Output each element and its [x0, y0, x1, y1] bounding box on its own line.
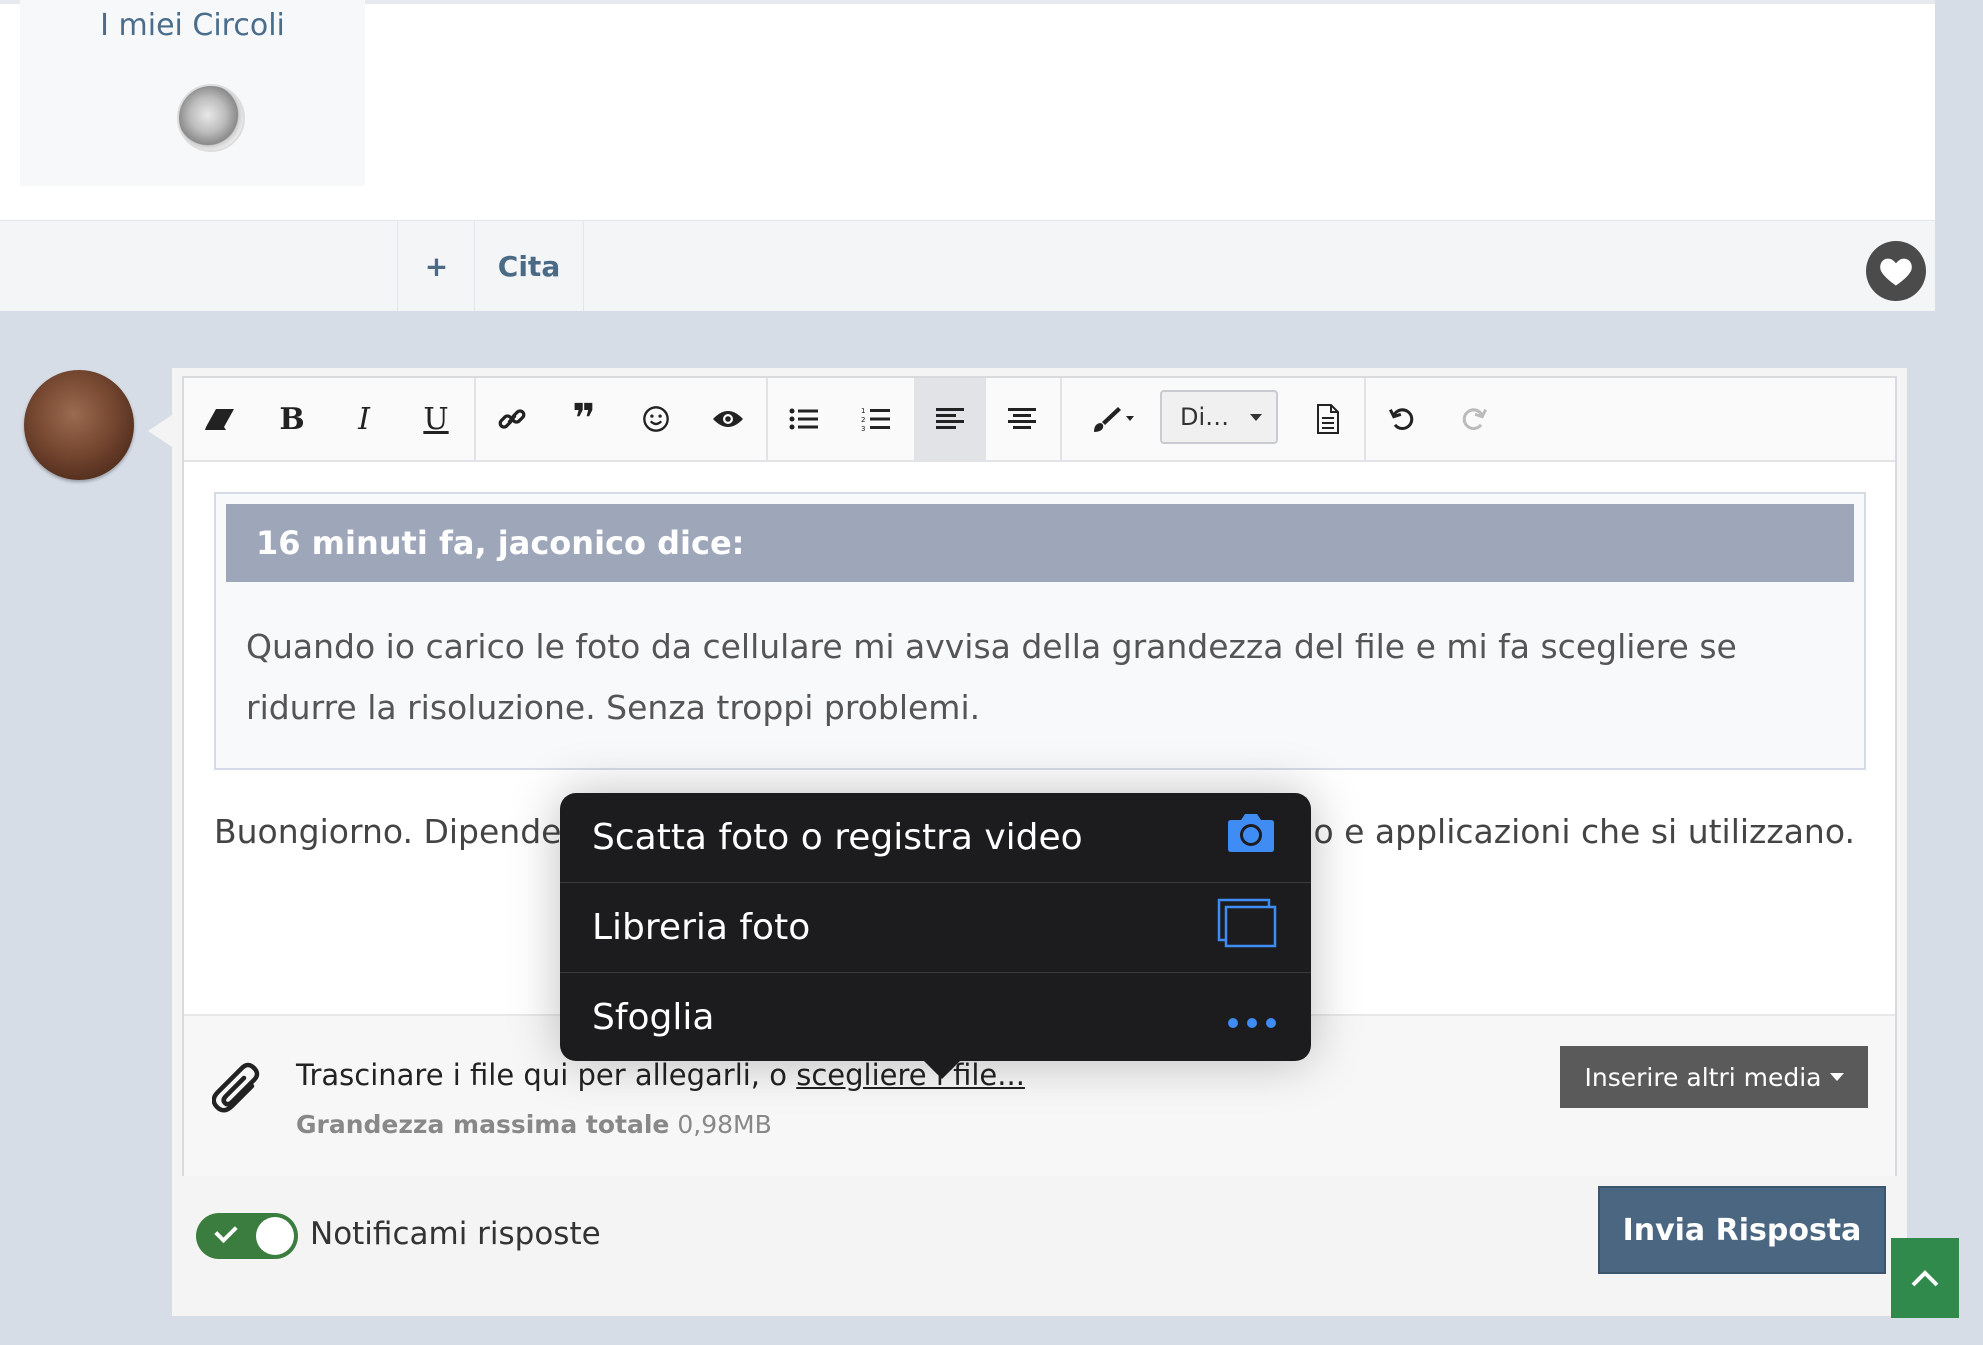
photo-library-icon: [1217, 898, 1277, 957]
max-size-label: Grandezza massima totale: [296, 1110, 670, 1139]
chevron-down-icon: [1829, 1073, 1844, 1081]
bold-button[interactable]: B: [256, 378, 328, 460]
align-left-icon: [936, 408, 964, 429]
post-action-bar: + Cita: [0, 220, 1935, 311]
link-icon: [498, 409, 526, 429]
numbered-list-button[interactable]: 123: [840, 378, 912, 460]
more-dots-icon: [1227, 997, 1277, 1038]
eraser-icon: [205, 409, 234, 430]
submit-reply-button[interactable]: Invia Risposta: [1598, 1186, 1886, 1274]
browse-option[interactable]: Sfoglia: [560, 973, 1311, 1062]
notify-label: Notificami risposte: [310, 1216, 601, 1252]
check-icon: [214, 1219, 238, 1244]
panel-pointer: [148, 415, 172, 447]
photo-library-option[interactable]: Libreria foto: [560, 883, 1311, 972]
preview-button[interactable]: [692, 378, 764, 460]
document-icon: [1317, 404, 1339, 434]
quote-button[interactable]: Cita: [474, 221, 584, 311]
underline-button[interactable]: U: [400, 378, 472, 460]
align-left-button[interactable]: [914, 378, 986, 460]
circles-panel: I miei Circoli: [20, 0, 365, 186]
italic-button[interactable]: I: [328, 378, 400, 460]
max-size-value: 0,98MB: [669, 1110, 772, 1139]
insert-more-media-button[interactable]: Inserire altri media: [1560, 1046, 1868, 1108]
link-button[interactable]: [476, 378, 548, 460]
attach-text: Trascinare i file qui per allegarli, o: [296, 1058, 797, 1092]
emoji-button[interactable]: [620, 378, 692, 460]
attachment-instructions: Trascinare i file qui per allegarli, o s…: [296, 1058, 1025, 1092]
reply-text-start: Buongiorno. Dipende: [214, 812, 562, 851]
take-photo-option[interactable]: Scatta foto o registra video: [560, 793, 1311, 882]
toolbar-separator: [1060, 378, 1062, 460]
user-avatar[interactable]: [24, 370, 134, 480]
bullet-list-icon: [789, 408, 818, 430]
align-center-button[interactable]: [986, 378, 1058, 460]
font-select-value: Di…: [1180, 403, 1230, 431]
undo-icon: [1388, 408, 1414, 430]
svg-text:3: 3: [861, 425, 865, 432]
text-color-button[interactable]: [1076, 378, 1152, 460]
quote-body: Quando io carico le foto da cellulare mi…: [246, 627, 1737, 727]
paperclip-icon: [211, 1056, 268, 1116]
bullet-list-button[interactable]: [768, 378, 840, 460]
svg-text:2: 2: [861, 416, 865, 424]
heart-icon: [1880, 258, 1912, 286]
quote-header: 16 minuti fa, jaconico dice:: [226, 504, 1854, 582]
insert-more-media-label: Inserire altri media: [1584, 1062, 1822, 1092]
circle-avatar[interactable]: [177, 84, 245, 152]
toggle-knob: [256, 1217, 294, 1255]
menu-arrow: [920, 1057, 964, 1079]
reply-text-end: o e applicazioni che si utilizzano.: [1313, 812, 1855, 851]
camera-icon: [1225, 813, 1277, 862]
redo-button[interactable]: [1438, 378, 1510, 460]
blockquote-button[interactable]: ❞: [548, 378, 620, 460]
undo-button[interactable]: [1366, 378, 1438, 460]
circles-link[interactable]: I miei Circoli: [20, 8, 365, 43]
remove-format-button[interactable]: [184, 378, 256, 460]
choose-files-link[interactable]: scegliere i file...: [796, 1058, 1025, 1092]
post-card: I miei Circoli: [0, 0, 1935, 220]
svg-text:1: 1: [861, 407, 865, 415]
max-size-info: Grandezza massima totale 0,98MB: [296, 1110, 772, 1139]
align-center-icon: [1008, 408, 1036, 429]
photo-library-label: Libreria foto: [592, 907, 811, 948]
paint-brush-icon: [1094, 407, 1134, 432]
chevron-down-icon: [1250, 414, 1262, 421]
source-button[interactable]: [1292, 378, 1364, 460]
notify-toggle[interactable]: [196, 1213, 298, 1259]
editor-toolbar: B I U ❞ 123 Di…: [184, 378, 1895, 462]
quoted-post[interactable]: 16 minuti fa, jaconico dice: Quando io c…: [214, 492, 1866, 770]
emoji-icon: [643, 406, 669, 432]
like-button[interactable]: [1866, 241, 1926, 301]
scroll-to-top-button[interactable]: [1891, 1238, 1959, 1318]
chevron-up-icon: [1911, 1270, 1939, 1287]
quote-icon: ❞: [572, 396, 596, 442]
take-photo-label: Scatta foto o registra video: [592, 817, 1083, 858]
multiquote-button[interactable]: +: [397, 221, 475, 311]
preview-icon: [713, 411, 743, 427]
numbered-list-icon: 123: [861, 407, 890, 432]
browse-label: Sfoglia: [592, 997, 715, 1038]
redo-icon: [1462, 408, 1488, 430]
font-select[interactable]: Di…: [1160, 390, 1278, 444]
ios-file-picker-menu: Scatta foto o registra video Libreria fo…: [560, 793, 1311, 1079]
